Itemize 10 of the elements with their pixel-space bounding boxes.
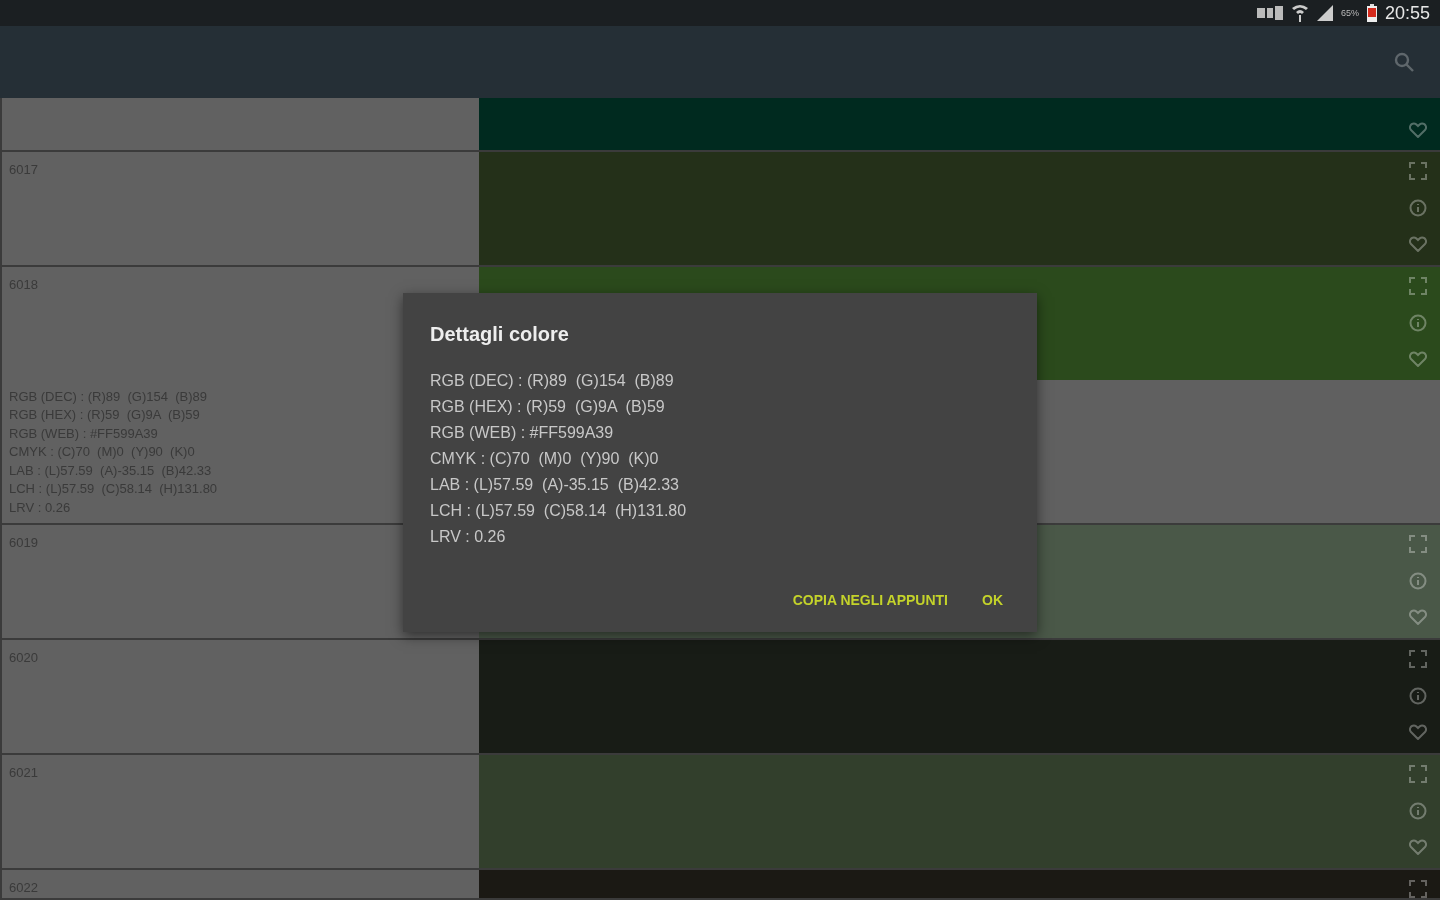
battery-percent: 65% <box>1340 8 1359 18</box>
color-value-line: LRV : 0.26 <box>430 527 507 547</box>
color-value-line: LAB : (L)57.59 (A)-35.15 (B)42.33 <box>430 475 680 495</box>
color-value-line: RGB (WEB) : #FF599A39 <box>430 423 615 443</box>
color-value-line: LCH : (L)57.59 (C)58.14 (H)131.80 <box>430 501 688 521</box>
color-value-line: RGB (HEX) : (R)59 (G)9A (B)59 <box>430 397 666 417</box>
dialog-title: Dettagli colore <box>430 323 570 346</box>
color-value-line: RGB (DEC) : (R)89 (G)154 (B)89 <box>430 371 675 391</box>
color-value-line: CMYK : (C)70 (M)0 (Y)90 (K)0 <box>430 449 660 469</box>
clock-time: 20:55 <box>1384 2 1430 24</box>
